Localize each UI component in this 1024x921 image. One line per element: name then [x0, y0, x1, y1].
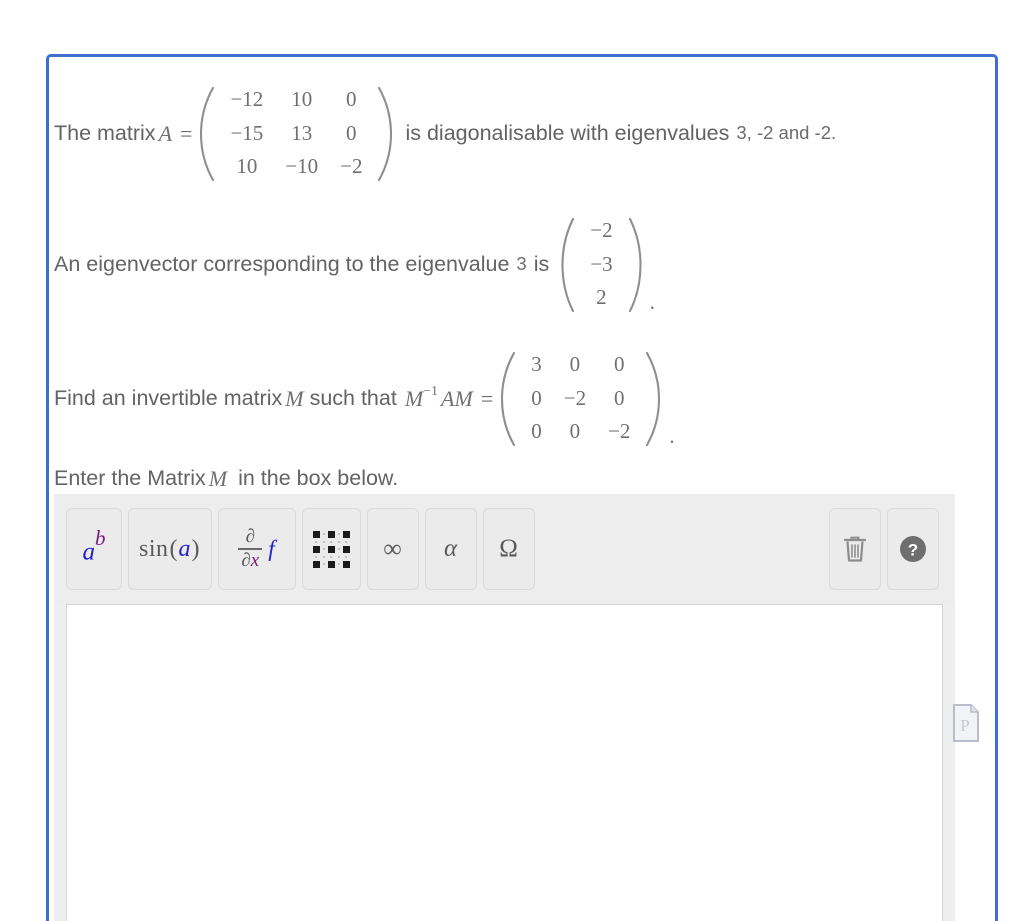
matrix-cell: 0 [614, 385, 625, 410]
toolbar-right-group: ? [829, 508, 939, 590]
line3-expr-am: AM [441, 385, 473, 411]
trash-icon [842, 534, 868, 564]
line3-m-symbol: M [285, 385, 304, 411]
document-page-icon: P [951, 703, 981, 743]
infinity-icon: ∞ [383, 534, 402, 563]
svg-text:?: ? [908, 541, 918, 560]
line3-equals: = [480, 385, 494, 411]
exponent-power: b [95, 526, 106, 551]
diagonal-matrix: 3 0 0 0 −2 0 0 0 −2 . [498, 348, 675, 449]
line4-m-symbol: M [208, 466, 228, 491]
matrix-a: −12 10 0 −15 13 0 10 −10 −2 [197, 83, 395, 184]
matrix-cell: 0 [531, 385, 542, 410]
derivative-numerator: ∂ [245, 525, 256, 547]
matrix-cell: 0 [569, 352, 581, 376]
vector-cell: −3 [590, 251, 613, 276]
greek-omega-button[interactable]: Ω [482, 508, 535, 590]
line2-eigenvalue: 3 [516, 253, 527, 275]
line3-expr-m: M [404, 385, 424, 411]
line4-suffix: in the box below. [238, 466, 399, 491]
line3-period: . [669, 424, 675, 449]
matrix-cell: 0 [569, 419, 581, 444]
matrix-cell: 3 [531, 352, 542, 376]
vector-cell: 2 [596, 285, 607, 310]
line1-equals: = [180, 120, 193, 146]
document-icon-holder[interactable]: P [951, 703, 981, 743]
matrix-cell: 10 [291, 87, 313, 111]
matrix-button[interactable] [301, 508, 361, 590]
line1-prefix: The matrix [54, 120, 156, 145]
trig-close-paren: ) [191, 535, 200, 562]
matrix-cell: 0 [531, 419, 542, 444]
line1-matrix-symbol: A [158, 120, 173, 146]
question-panel: The matrix A = −12 10 0 −15 13 0 10 −10 … [46, 54, 998, 921]
left-paren-icon [559, 217, 575, 313]
derivative-button[interactable]: ∂ ∂x f [217, 508, 296, 590]
exponent-button[interactable]: ab [66, 508, 122, 590]
matrix-cell: 0 [346, 120, 357, 145]
statement-line-1: The matrix A = −12 10 0 −15 13 0 10 −10 … [54, 83, 836, 184]
line2-connector: is [533, 251, 550, 276]
trig-fn-name: sin [139, 535, 169, 562]
left-paren-icon [498, 351, 516, 447]
partial-derivative-icon: ∂ ∂x f [238, 525, 275, 572]
matrix-grid-icon [312, 530, 350, 568]
line3-prefix: Find an invertible matrix [54, 385, 283, 410]
statement-line-4: Enter the Matrix M in the box below. [54, 468, 398, 490]
exponent-base: a [82, 538, 96, 566]
matrix-cell: −2 [563, 385, 587, 410]
clear-button[interactable] [829, 508, 881, 590]
derivative-fraction: ∂ ∂x [238, 525, 263, 572]
line3-expr-superscript: −1 [423, 383, 439, 399]
toolbar-left-group: ab sin(a) ∂ ∂x f ∞ α Ω [66, 508, 535, 590]
matrix-cell: 0 [346, 87, 357, 111]
omega-icon: Ω [499, 535, 518, 562]
matrix-a-grid: −12 10 0 −15 13 0 10 −10 −2 [215, 83, 377, 184]
line2-prefix: An eigenvector corresponding to the eige… [54, 251, 510, 276]
sin-function-icon: sin(a) [139, 536, 201, 563]
math-editor: ab sin(a) ∂ ∂x f ∞ α Ω ? [54, 494, 955, 921]
trig-open-paren: ( [169, 535, 178, 562]
trig-button[interactable]: sin(a) [128, 508, 212, 590]
a-superscript-b-icon: ab [82, 526, 106, 566]
math-answer-input[interactable] [66, 604, 943, 921]
right-paren-icon [377, 86, 395, 182]
math-editor-toolbar: ab sin(a) ∂ ∂x f ∞ α Ω ? [54, 494, 955, 604]
screen-root: The matrix A = −12 10 0 −15 13 0 10 −10 … [0, 0, 1024, 921]
line1-suffix: is diagonalisable with eigenvalues [405, 120, 730, 145]
matrix-cell: −10 [285, 154, 319, 179]
svg-text:P: P [960, 716, 969, 735]
greek-alpha-button[interactable]: α [424, 508, 477, 590]
eigenvector-grid: −2 −3 2 [575, 214, 627, 315]
infinity-button[interactable]: ∞ [366, 508, 419, 590]
left-paren-icon [197, 86, 215, 182]
diagonal-matrix-grid: 3 0 0 0 −2 0 0 0 −2 [516, 348, 645, 449]
matrix-cell: 10 [236, 154, 258, 179]
trig-arg: a [178, 535, 191, 562]
right-paren-icon [645, 351, 663, 447]
matrix-cell: −15 [230, 120, 264, 145]
eigenvector: −2 −3 2 . [549, 214, 655, 315]
denominator-variable: x [250, 549, 260, 571]
statement-line-2: An eigenvector corresponding to the eige… [54, 214, 655, 315]
denominator-partial: ∂ [241, 549, 251, 571]
vector-cell: −2 [590, 218, 613, 242]
derivative-denominator: ∂x [238, 550, 262, 572]
right-paren-icon [628, 217, 644, 313]
matrix-cell: −2 [340, 154, 363, 179]
line2-period: . [649, 290, 655, 315]
matrix-cell: 0 [614, 352, 625, 376]
line1-eigenvalues: 3, -2 and -2. [736, 122, 837, 144]
matrix-cell: −2 [608, 419, 631, 444]
line3-middle: such that [309, 385, 397, 410]
question-mark-circle-icon: ? [898, 534, 928, 564]
line4-prefix: Enter the Matrix [54, 466, 206, 491]
alpha-icon: α [443, 535, 458, 562]
help-button[interactable]: ? [887, 508, 939, 590]
derivative-function-symbol: f [268, 536, 275, 561]
matrix-cell: 13 [291, 120, 313, 145]
matrix-cell: −12 [230, 87, 264, 111]
statement-line-3: Find an invertible matrix M such that M … [54, 348, 675, 449]
